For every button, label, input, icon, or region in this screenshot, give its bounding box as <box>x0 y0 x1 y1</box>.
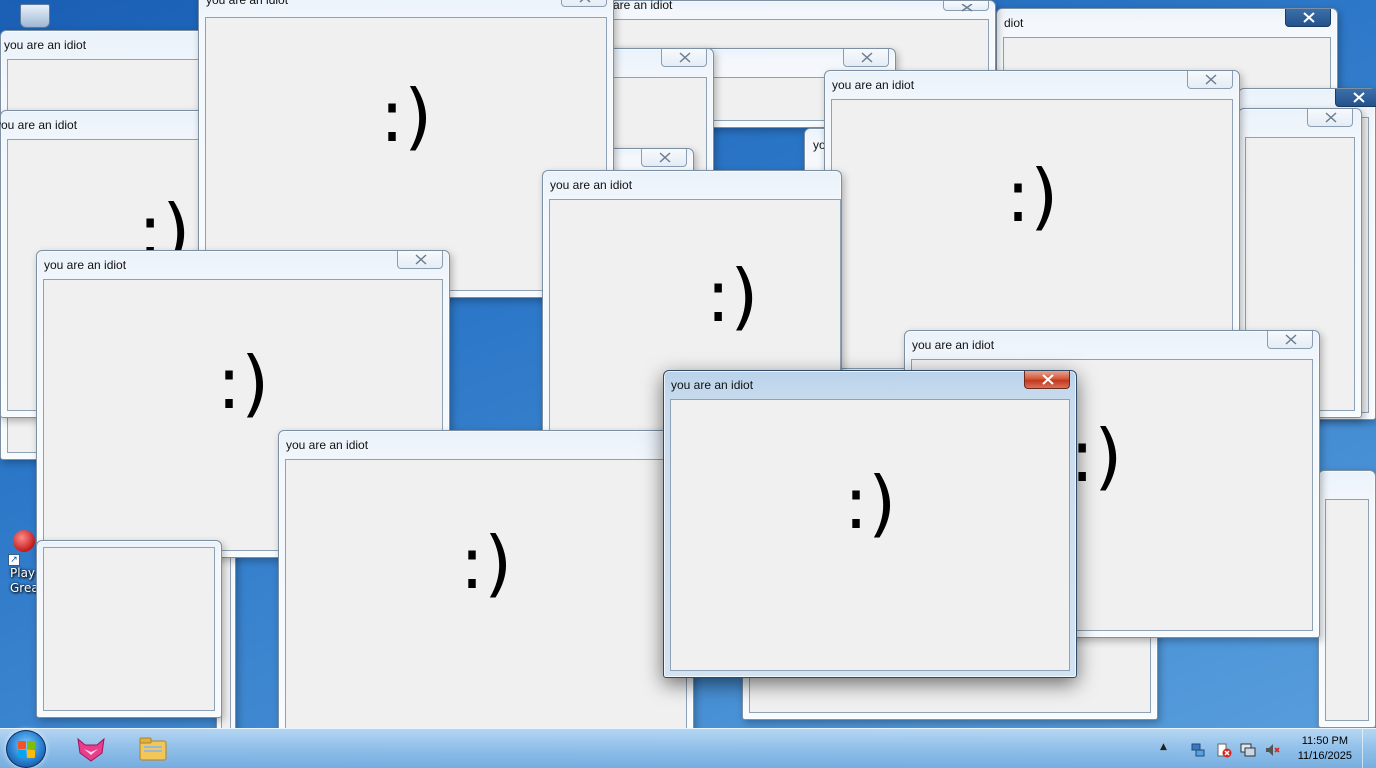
action-center-error-icon[interactable] <box>1216 742 1232 758</box>
close-icon <box>1285 334 1297 345</box>
close-icon <box>1325 112 1337 123</box>
close-icon <box>1205 74 1217 85</box>
close-button[interactable] <box>843 49 889 67</box>
title-bar[interactable] <box>1319 471 1375 499</box>
windows-logo-icon <box>18 741 36 759</box>
close-button[interactable] <box>1307 109 1353 127</box>
bin-shape <box>20 4 50 28</box>
window-client-area: :) <box>285 459 687 728</box>
smiley-text: :) <box>843 460 897 545</box>
popup-window-active[interactable]: you are an idiot :) <box>663 370 1077 678</box>
window-client-area: :) <box>670 399 1070 671</box>
smiley-text: :) <box>1005 154 1059 239</box>
window-client-area <box>1325 499 1369 721</box>
close-icon <box>861 52 873 63</box>
close-icon <box>1353 92 1365 103</box>
window-title: you are an idiot <box>912 338 995 352</box>
close-icon <box>1303 12 1315 23</box>
window-client-area: :) <box>831 99 1233 369</box>
taskbar: ▲ 11:50 PM 11/16/2025 <box>0 728 1376 768</box>
close-button[interactable] <box>561 0 607 7</box>
taskbar-file-explorer[interactable] <box>124 733 180 765</box>
close-button[interactable] <box>1267 331 1313 349</box>
close-button[interactable] <box>943 1 989 12</box>
desktop: ↗ Play Great diot you are an idiot you a… <box>0 0 1376 728</box>
shortcut-arrow-icon: ↗ <box>8 554 20 566</box>
title-bar[interactable]: diot <box>997 9 1337 37</box>
system-tray: ▲ 11:50 PM 11/16/2025 <box>1156 729 1376 768</box>
taskbar-app-game[interactable] <box>62 733 118 765</box>
smiley-text: :) <box>379 73 433 158</box>
smiley-text: :) <box>1070 414 1123 498</box>
title-bar[interactable]: you are an idiot <box>905 331 1319 359</box>
close-icon <box>679 52 691 63</box>
display-monitor-icon[interactable] <box>1240 742 1256 758</box>
close-button[interactable] <box>661 49 707 67</box>
smiley-text: :) <box>459 520 513 605</box>
window-title: are an idiot <box>613 0 673 12</box>
clock-date: 11/16/2025 <box>1297 750 1352 762</box>
title-bar[interactable] <box>1239 109 1361 137</box>
popup-window-bg-4[interactable] <box>1318 470 1376 728</box>
window-title: you are an idiot <box>286 438 369 452</box>
window-title: you are an idiot <box>44 258 127 272</box>
title-bar[interactable]: you are an idiot <box>825 71 1239 99</box>
title-bar[interactable]: you are an idiot <box>199 0 613 17</box>
window-title: diot <box>1004 16 1024 30</box>
close-button[interactable] <box>1024 371 1070 389</box>
window-title: you are an idiot <box>832 78 915 92</box>
close-button[interactable] <box>1335 89 1376 107</box>
title-bar[interactable]: you are an idiot <box>543 171 841 199</box>
volume-muted-icon[interactable] <box>1264 742 1280 758</box>
close-icon <box>659 152 671 163</box>
taskbar-clock[interactable]: 11:50 PM 11/16/2025 <box>1298 734 1352 764</box>
show-desktop-button[interactable] <box>1362 729 1376 768</box>
game-icon <box>13 530 35 552</box>
show-hidden-icons-button[interactable]: ▲ <box>1160 742 1176 758</box>
close-button[interactable] <box>397 251 443 269</box>
network-icon[interactable] <box>1190 742 1206 758</box>
close-button[interactable] <box>641 149 687 167</box>
recycle-bin-icon[interactable] <box>14 4 56 32</box>
pink-fox-icon <box>77 737 105 762</box>
close-icon <box>1042 374 1054 385</box>
close-icon <box>579 0 591 3</box>
window-client-area <box>43 547 215 711</box>
close-button[interactable] <box>1285 9 1331 27</box>
title-bar[interactable]: you are an idiot <box>1 31 205 59</box>
title-bar[interactable] <box>601 49 713 77</box>
window-title: you are an idiot <box>4 38 87 52</box>
title-bar[interactable]: you are an idiot <box>0 111 205 139</box>
smiley-text: :) <box>706 254 759 338</box>
title-bar[interactable]: you are an idiot <box>37 251 449 279</box>
window-title: you are an idiot <box>550 178 633 192</box>
window-title: you are an idiot <box>0 118 78 132</box>
clock-time: 11:50 PM <box>1301 735 1349 747</box>
popup-window-bottom-center[interactable]: you are an idiot :) <box>278 430 694 728</box>
title-bar[interactable]: you are an idiot <box>279 431 693 459</box>
popup-window-left-lower[interactable] <box>36 540 222 718</box>
window-title: you are an idiot <box>206 0 289 7</box>
smiley-text: :) <box>216 340 270 425</box>
start-button[interactable] <box>6 730 46 768</box>
title-bar[interactable]: you are an idiot <box>664 371 1076 399</box>
folder-icon <box>139 737 167 761</box>
close-button[interactable] <box>1187 71 1233 89</box>
close-icon <box>961 4 973 12</box>
close-icon <box>415 254 427 265</box>
window-title: you are an idiot <box>671 378 754 392</box>
